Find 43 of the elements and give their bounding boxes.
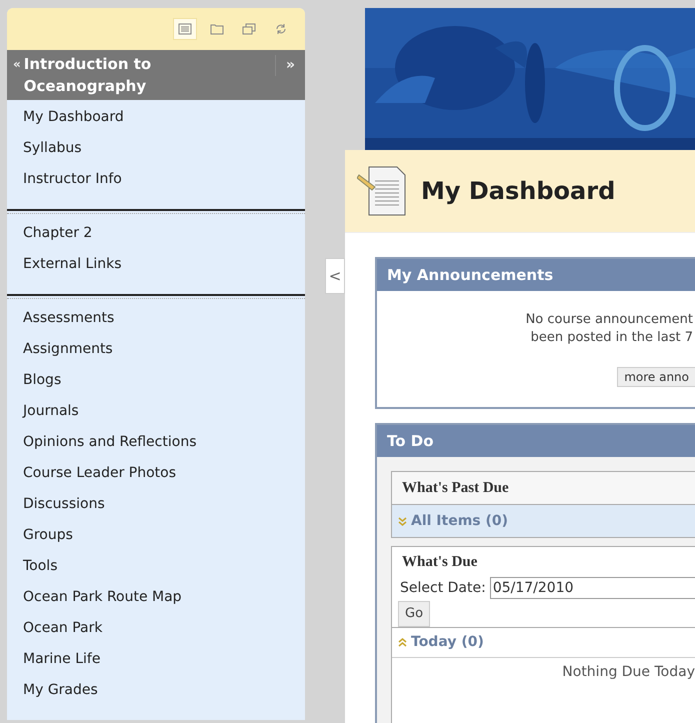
date-label: Select Date: xyxy=(400,578,486,598)
section-title: What's Due xyxy=(402,552,478,572)
menu-item[interactable]: External Links xyxy=(7,249,305,280)
menu-item[interactable]: Discussions xyxy=(7,489,305,520)
view-toggle-button[interactable] xyxy=(173,18,197,40)
panel-title: My Announcements xyxy=(387,264,554,286)
menu-item[interactable]: Marine Life xyxy=(7,644,305,675)
expand-chevron-icon xyxy=(398,516,407,526)
all-items-label: All Items (0) xyxy=(411,512,508,530)
announcement-message: No course announcement been posted in the last 7 xyxy=(526,311,694,347)
menu-item[interactable]: Syllabus xyxy=(7,133,305,164)
go-button[interactable]: Go xyxy=(398,601,430,627)
expand-button[interactable]: » xyxy=(274,55,299,76)
menu-item[interactable]: Ocean Park Route Map xyxy=(7,582,305,613)
collapse-mark: « xyxy=(13,56,21,73)
collapse-menu-button[interactable]: < xyxy=(325,258,345,294)
course-title[interactable]: Introduction to Oceanography xyxy=(24,53,275,97)
menu-item[interactable]: Instructor Info xyxy=(7,164,305,195)
menu-item[interactable]: My Dashboard xyxy=(7,102,305,133)
menu-item[interactable]: Blogs xyxy=(7,365,305,396)
menu-item[interactable]: My Grades xyxy=(7,675,305,706)
menu-item[interactable]: Groups xyxy=(7,520,305,551)
refresh-icon xyxy=(275,23,287,35)
menu-item[interactable]: Course Leader Photos xyxy=(7,458,305,489)
today-toggle[interactable]: Today (0) xyxy=(392,627,695,657)
menu-item[interactable]: Ocean Park xyxy=(7,613,305,644)
menu-item[interactable]: Opinions and Reflections xyxy=(7,427,305,458)
collapse-chevron-icon xyxy=(398,638,407,647)
panel-title: To Do xyxy=(387,430,434,452)
menu-item[interactable]: Tools xyxy=(7,551,305,582)
empty-message: Nothing Due Today xyxy=(562,663,695,682)
menu-item[interactable]: Assignments xyxy=(7,334,305,365)
menu-item[interactable]: Assessments xyxy=(7,303,305,334)
windows-icon xyxy=(242,23,256,35)
more-announcements-button[interactable]: more anno xyxy=(617,367,695,387)
section-title: What's Past Due xyxy=(402,478,509,498)
today-label: Today (0) xyxy=(411,633,484,652)
date-field[interactable]: 05/17/2010 xyxy=(490,577,695,599)
menu-item[interactable]: Journals xyxy=(7,396,305,427)
menu-item[interactable]: Chapter 2 xyxy=(7,218,305,249)
list-view-icon xyxy=(178,23,192,35)
folder-icon xyxy=(210,23,224,35)
page-title: My Dashboard xyxy=(421,176,616,207)
